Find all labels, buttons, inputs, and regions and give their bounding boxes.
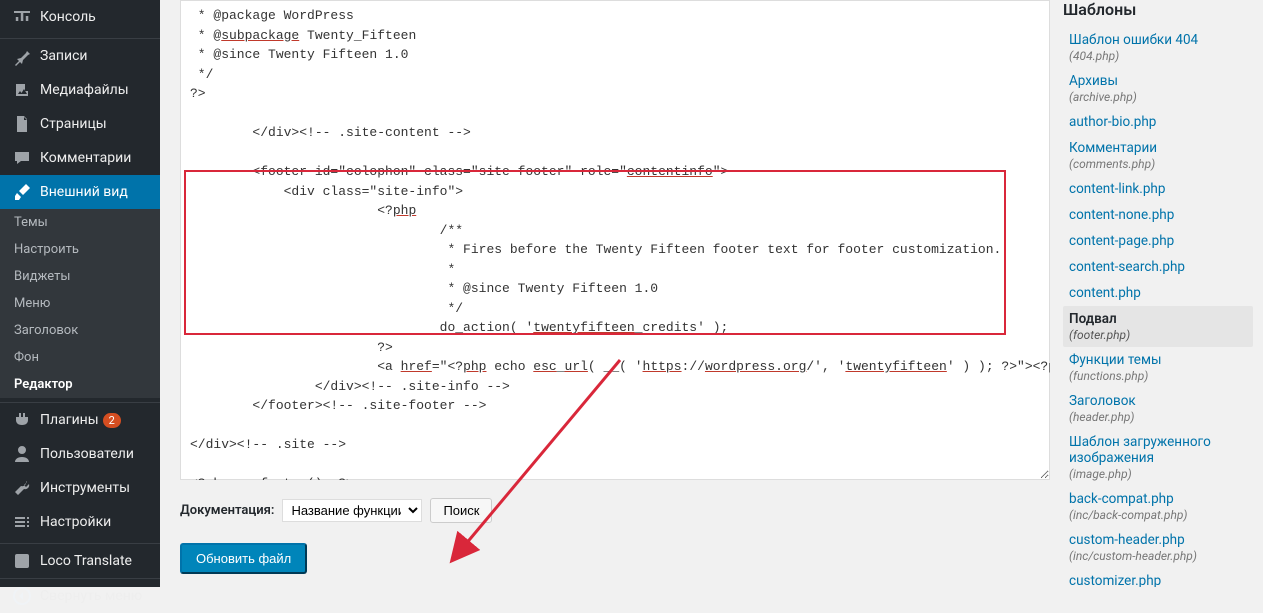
sidebar-item-collapse[interactable]: Свернуть меню	[0, 578, 160, 613]
dashboard-icon	[12, 7, 32, 27]
update-file-button[interactable]: Обновить файл	[180, 543, 307, 574]
documentation-row: Документация: Название функции… Поиск	[180, 498, 1033, 523]
template-item[interactable]: back-compat.php(inc/back-compat.php)	[1063, 486, 1253, 527]
sidebar-item-label: Комментарии	[40, 150, 131, 166]
sidebar-item-page[interactable]: Страницы	[0, 107, 160, 141]
submenu-item[interactable]: Темы	[0, 209, 160, 236]
appearance-submenu: ТемыНастроитьВиджетыМенюЗаголовокФонРеда…	[0, 209, 160, 398]
sidebar-item-label: Страницы	[40, 116, 107, 132]
template-item[interactable]: content.php	[1063, 280, 1253, 306]
page-icon	[12, 114, 32, 134]
documentation-label: Документация:	[180, 503, 274, 518]
search-button[interactable]: Поиск	[430, 498, 492, 523]
template-item[interactable]: Комментарии(comments.php)	[1063, 135, 1253, 176]
submenu-item[interactable]: Фон	[0, 344, 160, 371]
sidebar-item-brush[interactable]: Внешний вид	[0, 175, 160, 209]
submenu-item[interactable]: Редактор	[0, 371, 160, 398]
sidebar-item-loco[interactable]: Loco Translate	[0, 544, 160, 578]
sidebar-item-settings[interactable]: Настройки	[0, 505, 160, 539]
pin-icon	[12, 46, 32, 66]
brush-icon	[12, 182, 32, 202]
sidebar-item-tools[interactable]: Инструменты	[0, 471, 160, 505]
sidebar-item-plugin[interactable]: Плагины 2	[0, 403, 160, 437]
sidebar-item-label: Внешний вид	[40, 184, 128, 200]
submenu-item[interactable]: Настроить	[0, 236, 160, 263]
main-content: * @package WordPress * @subpackage Twent…	[160, 0, 1053, 587]
sidebar-item-media[interactable]: Медиафайлы	[0, 73, 160, 107]
sidebar-item-label: Записи	[40, 48, 88, 64]
user-icon	[12, 444, 32, 464]
template-item[interactable]: customizer.php	[1063, 568, 1253, 587]
sidebar-item-label: Медиафайлы	[40, 82, 129, 98]
submenu-item[interactable]: Меню	[0, 290, 160, 317]
tools-icon	[12, 478, 32, 498]
collapse-icon	[12, 586, 32, 606]
sidebar-item-pin[interactable]: Записи	[0, 39, 160, 73]
template-item[interactable]: author-bio.php	[1063, 109, 1253, 135]
function-select[interactable]: Название функции…	[282, 499, 422, 522]
sidebar-item-label: Консоль	[40, 9, 96, 25]
sidebar-item-comment[interactable]: Комментарии	[0, 141, 160, 175]
admin-sidebar: Консоль Записи Медиафайлы Страницы Комментар…	[0, 0, 160, 587]
sidebar-item-label: Свернуть меню	[40, 588, 142, 604]
template-item[interactable]: Шаблон загруженного изображения(image.ph…	[1063, 429, 1253, 486]
media-icon	[12, 80, 32, 100]
template-item[interactable]: custom-header.php(inc/custom-header.php)	[1063, 527, 1253, 568]
template-item[interactable]: content-none.php	[1063, 202, 1253, 228]
template-item[interactable]: Функции темы(functions.php)	[1063, 347, 1253, 388]
sidebar-item-dashboard[interactable]: Консоль	[0, 0, 160, 34]
sidebar-item-user[interactable]: Пользователи	[0, 437, 160, 471]
comment-icon	[12, 148, 32, 168]
templates-heading: Шаблоны	[1063, 0, 1253, 19]
sidebar-item-label: Пользователи	[40, 446, 134, 462]
code-editor[interactable]	[180, 0, 1050, 480]
loco-icon	[12, 551, 32, 571]
sidebar-item-label: Настройки	[40, 514, 111, 530]
template-item[interactable]: content-link.php	[1063, 176, 1253, 202]
settings-icon	[12, 512, 32, 532]
templates-panel: Шаблоны Шаблон ошибки 404(404.php)Архивы…	[1053, 0, 1263, 587]
submenu-item[interactable]: Виджеты	[0, 263, 160, 290]
submenu-item[interactable]: Заголовок	[0, 317, 160, 344]
update-badge: 2	[103, 413, 121, 428]
sidebar-item-label: Плагины	[40, 412, 99, 428]
template-item[interactable]: Шаблон ошибки 404(404.php)	[1063, 27, 1253, 68]
plugin-icon	[12, 410, 32, 430]
sidebar-item-label: Loco Translate	[40, 553, 132, 569]
template-item[interactable]: Архивы(archive.php)	[1063, 68, 1253, 109]
sidebar-item-label: Инструменты	[40, 480, 130, 496]
template-item[interactable]: content-search.php	[1063, 254, 1253, 280]
template-item[interactable]: Заголовок(header.php)	[1063, 388, 1253, 429]
template-item[interactable]: content-page.php	[1063, 228, 1253, 254]
template-item[interactable]: Подвал(footer.php)	[1063, 306, 1253, 347]
